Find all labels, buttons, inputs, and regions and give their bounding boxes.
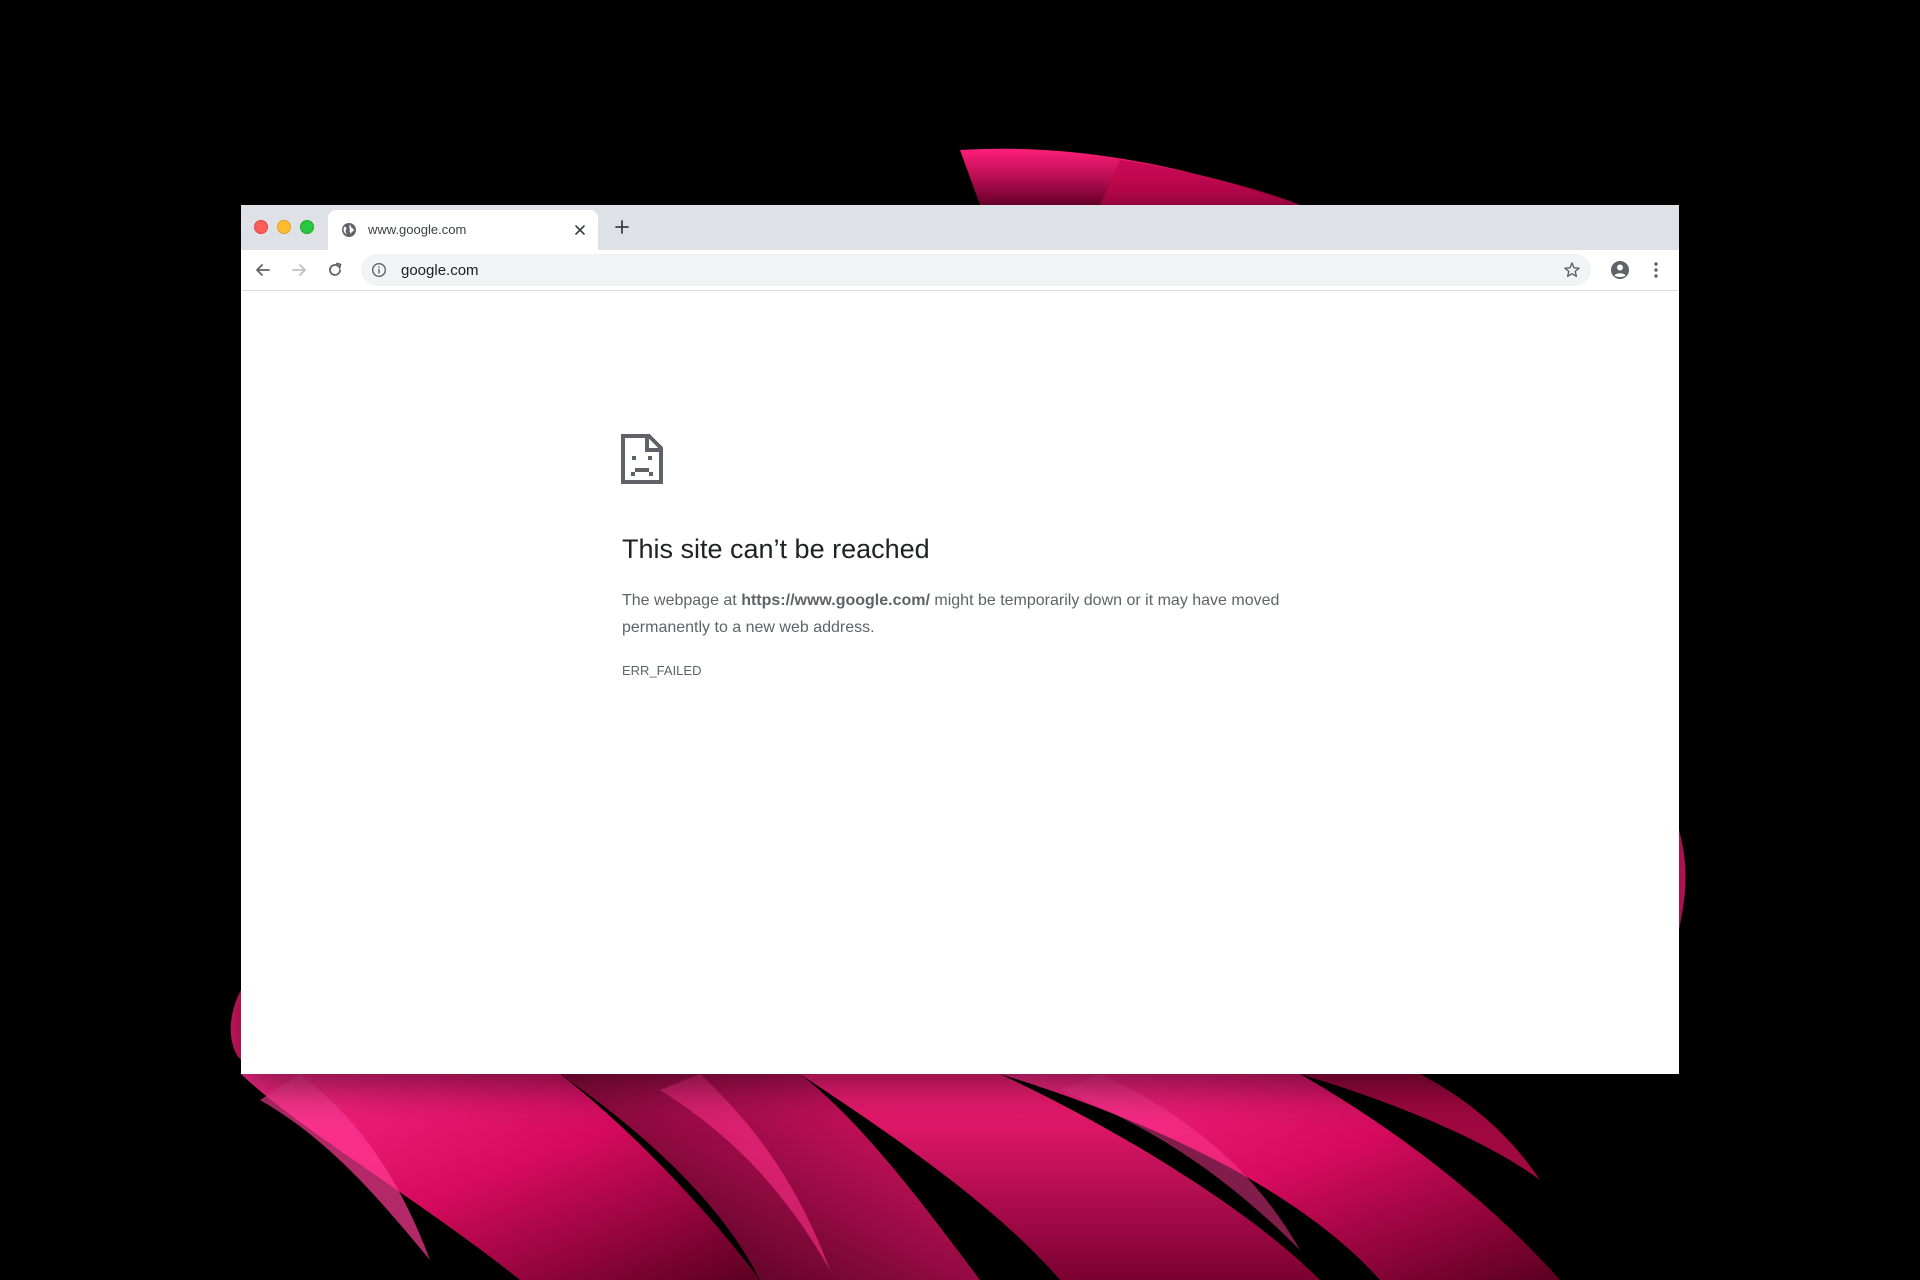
error-title: This site can’t be reached <box>622 534 930 564</box>
error-code: ERR_FAILED <box>622 663 702 678</box>
error-desc-prefix: The webpage at <box>622 592 742 609</box>
tab-strip: www.google.com <box>241 205 1679 250</box>
traffic-light-zoom-icon[interactable] <box>300 220 314 234</box>
plus-icon[interactable] <box>613 218 631 236</box>
traffic-light-minimize-icon[interactable] <box>277 220 291 234</box>
star-icon[interactable] <box>1563 261 1581 279</box>
tab-active[interactable]: www.google.com <box>328 210 598 250</box>
sad-document-icon <box>621 434 663 484</box>
toolbar: google.com <box>241 250 1679 291</box>
tab-title: www.google.com <box>368 222 467 237</box>
globe-icon <box>341 222 357 238</box>
page-content: This site can’t be reached The webpage a… <box>241 291 1679 1074</box>
arrow-right-icon[interactable] <box>289 260 309 280</box>
kebab-menu-icon[interactable] <box>1646 260 1666 280</box>
traffic-light-close-icon[interactable] <box>254 220 268 234</box>
info-icon[interactable] <box>371 262 387 278</box>
account-circle-icon[interactable] <box>1610 260 1630 280</box>
address-bar-url[interactable]: google.com <box>401 262 479 279</box>
arrow-left-icon[interactable] <box>253 260 273 280</box>
error-description: The webpage at https://www.google.com/ m… <box>622 587 1312 641</box>
error-desc-url: https://www.google.com/ <box>741 592 930 609</box>
address-bar[interactable]: google.com <box>361 254 1591 286</box>
browser-window: www.google.com google.com This site can’… <box>241 205 1679 1074</box>
desktop: www.google.com google.com This site can’… <box>0 0 1920 1280</box>
reload-icon[interactable] <box>325 260 345 280</box>
close-icon[interactable] <box>572 222 588 238</box>
